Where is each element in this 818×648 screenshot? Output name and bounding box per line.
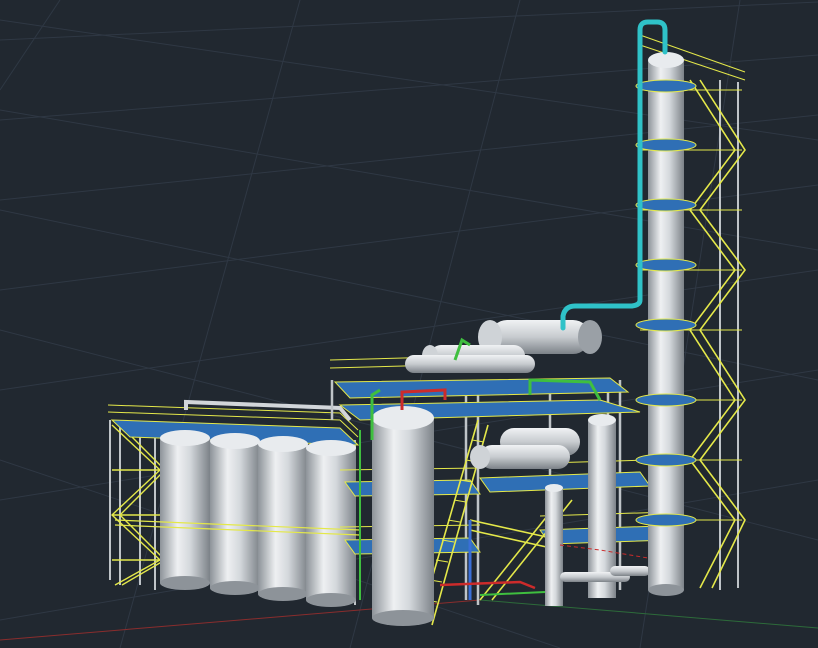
central-vertical-vessel	[372, 406, 434, 626]
mid-level-exchanger	[470, 428, 580, 469]
storage-tank-4	[306, 440, 356, 607]
storage-tank-1	[160, 430, 210, 590]
storage-tank-2	[210, 433, 260, 595]
cad-viewport[interactable]	[0, 0, 818, 648]
reboiler-exchanger-2	[405, 355, 535, 373]
tank-support-structure	[107, 399, 361, 607]
y-axis-line	[479, 599, 818, 629]
central-pipe-rack-structure	[329, 320, 671, 626]
storage-tank-3	[258, 436, 308, 601]
